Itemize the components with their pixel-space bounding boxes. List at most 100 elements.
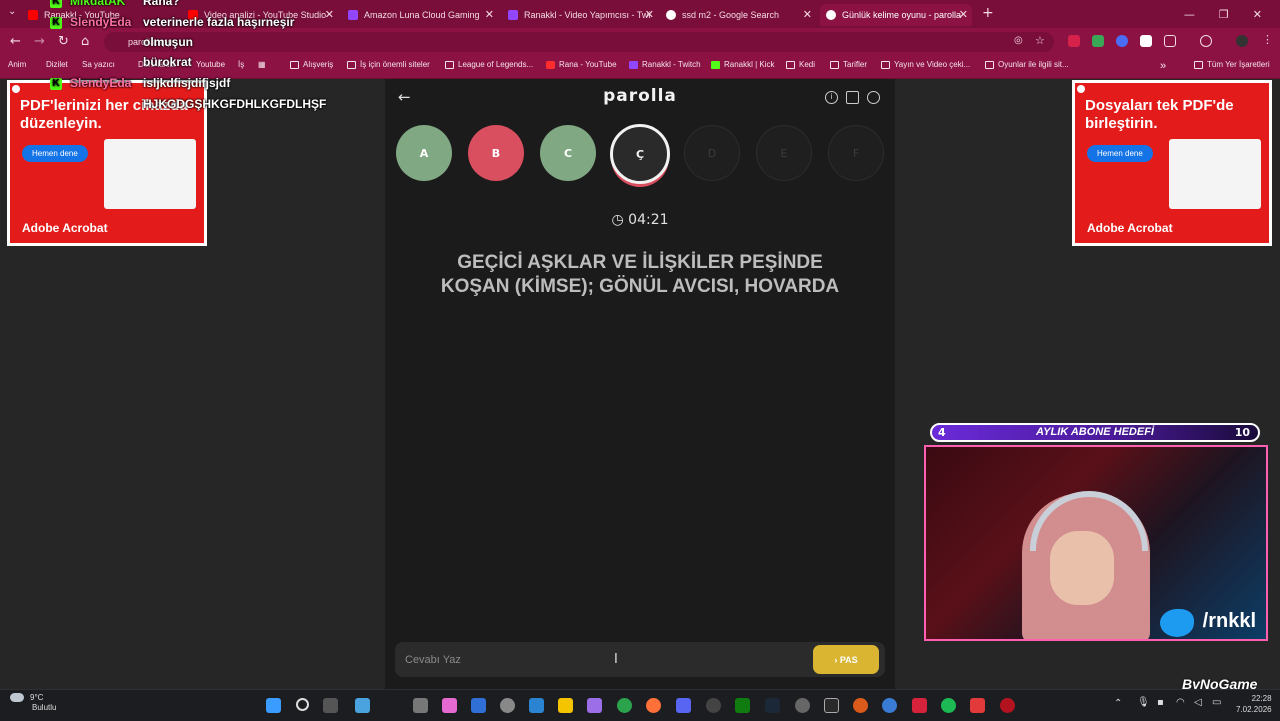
settings-icon[interactable] bbox=[500, 698, 515, 713]
parolla-icon bbox=[826, 10, 836, 20]
history-icon[interactable] bbox=[1200, 35, 1212, 47]
close-icon[interactable]: ✕ bbox=[803, 8, 812, 21]
start-icon[interactable] bbox=[266, 698, 281, 713]
ad-right-button[interactable]: Hemen dene bbox=[1087, 145, 1153, 162]
steam-icon[interactable] bbox=[765, 698, 780, 713]
bookmark-lol[interactable]: League of Legends... bbox=[445, 60, 533, 69]
stats-chart-icon[interactable] bbox=[846, 91, 859, 104]
taskbar-app-icon[interactable] bbox=[355, 698, 370, 713]
taskbar-app-icon[interactable] bbox=[1000, 698, 1015, 713]
taskbar-app-icon[interactable] bbox=[970, 698, 985, 713]
sub-goal-bar: 4 AYLIK ABONE HEDEFİ 10 bbox=[930, 423, 1260, 442]
extension-icon[interactable] bbox=[1068, 35, 1080, 47]
letter-circle-d: D bbox=[684, 125, 740, 181]
answer-input[interactable] bbox=[403, 648, 807, 672]
apps-grid-icon[interactable]: ▦ bbox=[258, 60, 266, 69]
wifi-icon[interactable]: ◠ bbox=[1176, 697, 1185, 708]
chrome-icon[interactable] bbox=[617, 698, 632, 713]
all-bookmarks[interactable]: Tüm Yer İşaretleri bbox=[1194, 60, 1270, 69]
system-clock[interactable]: 22:28 7.02.2026 bbox=[1236, 693, 1272, 715]
taskbar-app-icon[interactable] bbox=[795, 698, 810, 713]
bookmark-is[interactable]: İş bbox=[238, 60, 244, 69]
twitch-icon bbox=[508, 10, 518, 20]
bookmark-tarifler[interactable]: Tarifler bbox=[830, 60, 867, 69]
spotify-icon[interactable] bbox=[941, 698, 956, 713]
file-explorer-icon[interactable] bbox=[558, 698, 573, 713]
outlook-icon[interactable] bbox=[529, 698, 544, 713]
xbox-icon[interactable] bbox=[735, 698, 750, 713]
bookmark-rana-youtube[interactable]: Rana - YouTube bbox=[546, 60, 617, 69]
tray-chevron-icon[interactable]: ⌃ bbox=[1114, 698, 1122, 709]
tab-google-search[interactable]: ssd m2 - Google Search ✕ bbox=[666, 4, 816, 26]
taskbar-app-icon[interactable] bbox=[413, 698, 428, 713]
bookmark-oyunlar[interactable]: Oyunlar ile ilgili sit... bbox=[985, 60, 1069, 69]
microphone-icon[interactable]: 🎙 bbox=[1137, 697, 1150, 708]
taskbar-app-icon[interactable] bbox=[853, 698, 868, 713]
bookmark-kedi[interactable]: Kedi bbox=[786, 60, 815, 69]
bookmark-youtube[interactable]: Youtube bbox=[196, 60, 225, 69]
close-icon[interactable]: ✕ bbox=[959, 8, 968, 21]
bookmark-yayin[interactable]: Yayın ve Video çeki... bbox=[881, 60, 970, 69]
tab-search-icon[interactable]: ⌄ bbox=[8, 6, 16, 17]
eye-off-icon[interactable]: ◎ bbox=[1014, 35, 1023, 46]
new-tab-icon[interactable]: + bbox=[982, 5, 994, 21]
bookmark-twitch[interactable]: Ranakkl - Twitch bbox=[629, 60, 701, 69]
bookmark-dizilet[interactable]: Dizilet bbox=[46, 60, 68, 69]
extension-icon[interactable] bbox=[1116, 35, 1128, 47]
bookmark-is-siteler[interactable]: İş için önemli siteler bbox=[347, 60, 430, 69]
close-window-icon[interactable]: ✕ bbox=[1253, 8, 1262, 21]
twitch-icon bbox=[629, 60, 638, 69]
chat-message: K SlendyEda veterinerle fazla haşırneşir bbox=[50, 15, 294, 29]
task-view-icon[interactable] bbox=[323, 698, 338, 713]
back-icon[interactable]: ← bbox=[10, 34, 21, 49]
ad-right-image bbox=[1169, 139, 1261, 209]
minimize-icon[interactable]: — bbox=[1184, 8, 1195, 21]
adchoices-icon[interactable] bbox=[1077, 85, 1085, 93]
taskbar-app-icon[interactable] bbox=[587, 698, 602, 713]
epic-games-icon[interactable] bbox=[824, 698, 839, 713]
pass-button[interactable]: › PAS bbox=[813, 645, 879, 674]
bookmark-star-icon[interactable]: ☆ bbox=[1035, 34, 1045, 47]
chevron-right-icon[interactable]: » bbox=[1160, 60, 1166, 72]
taskbar-app-icon[interactable] bbox=[706, 698, 721, 713]
home-icon[interactable]: ⌂ bbox=[81, 34, 89, 49]
copilot-icon[interactable] bbox=[442, 698, 457, 713]
ad-right[interactable]: Dosyaları tek PDF'de birleştirin. Hemen … bbox=[1072, 80, 1272, 246]
profile-avatar[interactable] bbox=[1236, 35, 1248, 47]
info-icon[interactable]: i bbox=[825, 91, 838, 104]
search-icon[interactable] bbox=[296, 698, 309, 711]
extension-icon[interactable] bbox=[1092, 35, 1104, 47]
firefox-icon[interactable] bbox=[646, 698, 661, 713]
bookmark-alisveris[interactable]: Alışveriş bbox=[290, 60, 333, 69]
close-icon[interactable]: ✕ bbox=[485, 8, 494, 21]
bookmark-kick[interactable]: Ranakkl | Kick bbox=[711, 60, 775, 69]
weather-widget[interactable]: 9°C Bulutlu bbox=[10, 693, 56, 713]
bookmark-anim[interactable]: Anim bbox=[8, 60, 26, 69]
restore-icon[interactable]: ❐ bbox=[1219, 8, 1229, 21]
timer: ◷ 04:21 bbox=[385, 212, 895, 228]
webcam-feed: /rnkkl bbox=[924, 445, 1268, 641]
volume-icon[interactable]: ◁ bbox=[1194, 697, 1202, 708]
adchoices-icon[interactable] bbox=[12, 85, 20, 93]
bookmark-sa-yazici[interactable]: Sa yazıcı bbox=[82, 60, 115, 69]
reload-icon[interactable]: ↻ bbox=[58, 34, 69, 49]
tab-parolla[interactable]: Günlük kelime oyunu - parolla ✕ bbox=[820, 4, 972, 26]
extension-icon[interactable] bbox=[1140, 35, 1152, 47]
tab-amazon-luna[interactable]: Amazon Luna Cloud Gaming ✕ bbox=[348, 4, 498, 26]
taskbar-app-icon[interactable] bbox=[882, 698, 897, 713]
url-bar[interactable]: parolla.app bbox=[104, 32, 1054, 52]
taskbar-app-icon[interactable] bbox=[912, 698, 927, 713]
menu-icon[interactable]: ⋮ bbox=[1262, 33, 1273, 46]
profile-icon[interactable] bbox=[867, 91, 880, 104]
tray-app-icon[interactable]: ▪ bbox=[1157, 697, 1164, 708]
close-icon[interactable]: ✕ bbox=[645, 8, 654, 21]
battery-icon[interactable]: ▭ bbox=[1212, 697, 1221, 708]
close-icon[interactable]: ✕ bbox=[325, 8, 334, 21]
tab-twitch-video[interactable]: Ranakkl - Video Yapımcısı - Twi ✕ bbox=[508, 4, 658, 26]
ad-left-button[interactable]: Hemen dene bbox=[22, 145, 88, 162]
store-icon[interactable] bbox=[471, 698, 486, 713]
forward-icon[interactable]: → bbox=[34, 34, 45, 49]
extensions-puzzle-icon[interactable] bbox=[1164, 35, 1176, 47]
discord-icon[interactable] bbox=[676, 698, 691, 713]
headphones bbox=[1030, 491, 1148, 551]
